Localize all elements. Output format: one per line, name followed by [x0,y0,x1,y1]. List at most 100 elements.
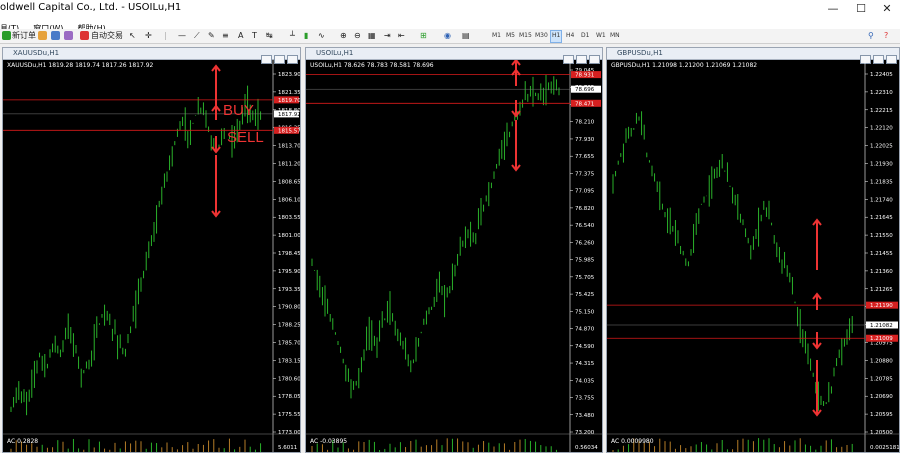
periods-icon[interactable]: ◉ [444,30,451,41]
minimize-button[interactable]: — [820,0,846,17]
templates-icon[interactable]: ▤ [462,30,470,41]
y-tick-label: 76.540 [575,223,595,229]
chart-icon[interactable] [38,31,47,40]
arrows-icon[interactable]: ↹ [266,30,273,41]
y-tick-label: 1795.90 [278,269,300,275]
y-tick-label: 75.705 [575,275,595,281]
y-tick-label: 75.985 [575,258,595,264]
y-tick-label: 77.655 [575,154,595,160]
y-tick-label: 1.21645 [870,215,893,221]
y-tick-label: 1785.70 [278,341,300,347]
y-tick-label: 1.22025 [870,144,893,150]
search-icon[interactable]: ⚲ [868,30,874,41]
y-tick-label: 1821.35 [278,90,300,96]
y-tick-label: 76.820 [575,206,595,212]
indicators-icon[interactable]: ⊞ [420,30,427,41]
y-tick-label: 1775.55 [278,412,300,418]
ac-tick-label: 5.6011 [278,445,297,451]
y-tick-label: 1823.90 [278,72,300,78]
tile-windows-icon[interactable]: ▦ [368,30,376,41]
trendline-icon[interactable]: ⟋ [194,30,200,41]
y-tick-label: 1790.80 [278,305,300,311]
y-tick-label: 1793.35 [278,287,300,293]
y-tick-label: 1798.45 [278,251,300,257]
autoscroll-icon[interactable]: ⇥ [384,30,391,41]
zoom-out-icon[interactable]: ⊖ [354,30,361,41]
line-chart-icon[interactable]: ∿ [318,30,325,41]
new-order-button[interactable]: 新订单 [12,30,36,41]
navigator-icon[interactable] [51,31,60,40]
tf-w1[interactable]: W1 [595,30,607,41]
menu-bar: 具(T) 窗口(W) 帮助(H) [0,17,900,33]
tf-m1[interactable]: M1 [491,30,502,41]
y-tick-label: 1.20500 [870,430,893,436]
text-icon[interactable]: A [238,30,243,41]
ohlc-readout: USOILu,H1 78.626 78.783 78.581 78.696 [310,62,434,69]
tf-h1[interactable]: H1 [550,30,563,43]
label-icon[interactable]: T [252,30,257,41]
pen-icon[interactable]: ✎ [208,30,215,41]
chart-window-xauusd[interactable]: XAUUSDu,H1 1823.901821.351818.801816.251… [2,47,301,453]
shift-chart-icon[interactable]: ⇤ [398,30,405,41]
ac-indicator-label: AC -0.03895 [310,438,348,445]
y-tick-label: 1.21455 [870,251,893,257]
y-tick-label: 1813.70 [278,144,300,150]
auto-trade-icon[interactable] [80,31,89,40]
price-level-label: 1815.57 [278,128,300,134]
chart-window-header: XAUUSDu,H1 [3,48,300,64]
y-tick-label: 1.22405 [870,72,893,78]
price-chart[interactable]: 1823.901821.351818.801816.251813.701811.… [3,60,300,452]
tf-d1[interactable]: D1 [580,30,590,41]
crosshair-icon[interactable]: ✛ [145,30,152,41]
bar-chart-icon[interactable]: ┴ [290,30,295,41]
y-tick-label: 1.20690 [870,394,893,400]
channel-icon[interactable]: ≡ [222,30,229,41]
help-icon[interactable]: ? [884,30,888,41]
ac-tick-label: 0.0025181 [870,445,899,451]
y-tick-label: 75.425 [575,292,595,298]
y-tick-label: 1780.60 [278,376,300,382]
horizontal-line-icon[interactable]: — [178,30,186,41]
y-tick-label: 74.035 [575,378,595,384]
current-price-label: 1.21082 [870,323,893,329]
y-tick-label: 76.260 [575,240,595,246]
ac-indicator-label: AC 0.2828 [7,438,39,445]
price-level-label: 78.931 [575,73,594,79]
chart-window-header: USOILu,H1 [306,48,602,64]
tf-mn[interactable]: MN [609,30,621,41]
current-price-label: 1817.92 [278,112,300,118]
chart-window-title: GBPUSDu,H1 [617,49,663,57]
y-tick-label: 1.20595 [870,412,893,418]
y-tick-label: 1.20785 [870,376,893,382]
price-level-label: 1.21009 [870,336,893,342]
chart-window-usoil[interactable]: USOILu,H1 79.04578.76578.49078.21077.930… [305,47,603,453]
y-tick-label: 74.590 [575,344,595,350]
ohlc-readout: XAUUSDu,H1 1819.28 1819.74 1817.26 1817.… [7,62,154,69]
y-tick-label: 1811.20 [278,162,300,168]
app-titlebar: oldwell Capital Co., Ltd. - USOILu,H1 — … [0,0,900,18]
y-tick-label: 78.210 [575,120,595,126]
market-watch-icon[interactable] [64,31,73,40]
y-tick-label: 1.21835 [870,179,893,185]
ac-indicator-label: AC 0.0009980 [611,438,654,445]
tf-m30[interactable]: M30 [534,30,549,41]
app-title: oldwell Capital Co., Ltd. - USOILu,H1 [0,2,182,13]
y-tick-label: 73.200 [575,430,595,436]
candle-chart-icon[interactable]: ▮ [304,30,308,41]
zoom-in-icon[interactable]: ⊕ [340,30,347,41]
maximize-button[interactable]: ☐ [848,0,874,17]
price-chart[interactable]: 79.04578.76578.49078.21077.93077.65577.3… [306,60,602,452]
price-chart[interactable]: 1.22405 1.22310 1.22215 1.22120 1.22025 1.219… [607,60,899,452]
sell-annotation: SELL [227,129,264,146]
y-tick-label: 77.930 [575,137,595,143]
y-tick-label: 1783.15 [278,358,300,364]
tf-m5[interactable]: M5 [505,30,516,41]
chart-window-gbpusd[interactable]: GBPUSDu,H1 1.22405 1.22310 1.22215 1.22120 1… [606,47,900,453]
close-button[interactable]: ✕ [874,0,900,17]
tf-m15[interactable]: M15 [518,30,533,41]
tf-h4[interactable]: H4 [565,30,575,41]
vertical-line-icon[interactable]: | [164,30,167,41]
y-tick-label: 1.21550 [870,233,893,239]
cursor-icon[interactable]: ↖ [129,30,136,41]
auto-trade-button[interactable]: 自动交易 [91,30,123,41]
